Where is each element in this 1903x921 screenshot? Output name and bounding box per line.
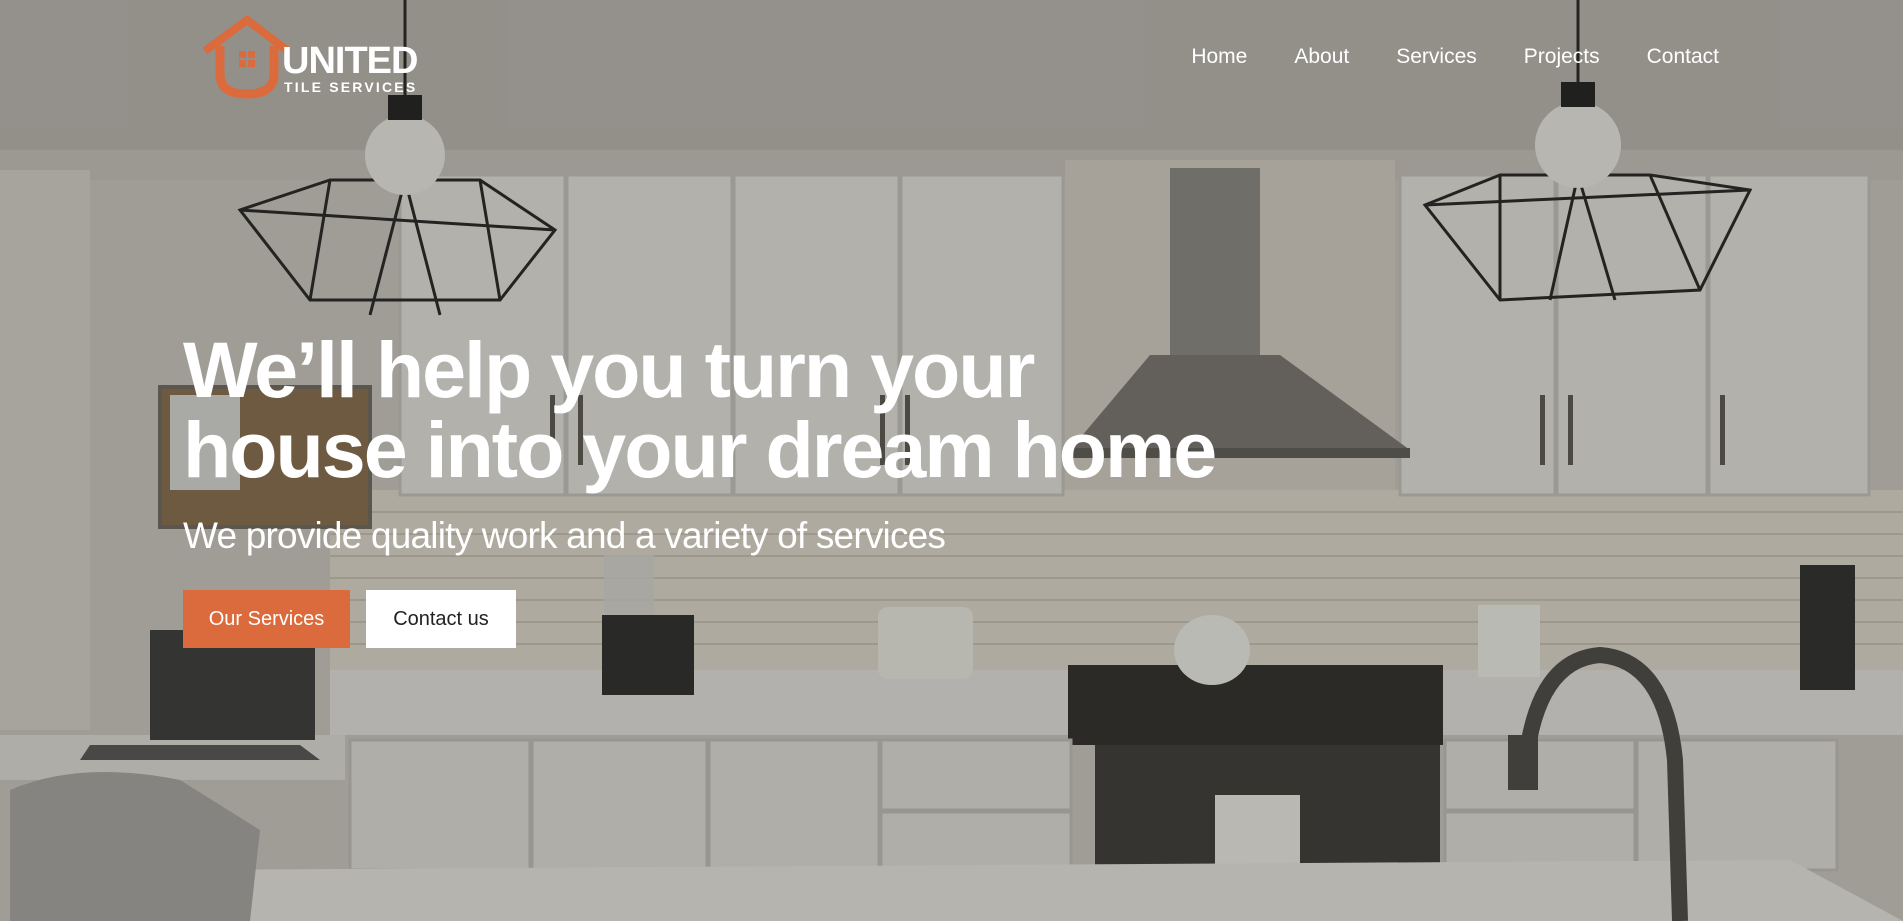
nav-link-services[interactable]: Services xyxy=(1396,44,1477,70)
contact-us-button[interactable]: Contact us xyxy=(366,590,516,648)
nav-link-home[interactable]: Home xyxy=(1191,44,1247,70)
main-navigation: Home About Services Projects Contact xyxy=(1191,44,1719,70)
our-services-button[interactable]: Our Services xyxy=(183,590,350,648)
nav-link-projects[interactable]: Projects xyxy=(1524,44,1600,70)
nav-link-about[interactable]: About xyxy=(1294,44,1349,70)
hero-actions: Our Services Contact us xyxy=(183,590,516,648)
brand-name: UNITED xyxy=(282,40,418,82)
hero-headline: We’ll help you turn your house into your… xyxy=(183,330,1233,490)
hero-section: UNITED TILE SERVICES Home About Services… xyxy=(0,0,1903,921)
nav-link-contact[interactable]: Contact xyxy=(1647,44,1719,70)
hero-subheadline: We provide quality work and a variety of… xyxy=(183,515,946,556)
brand-logo[interactable]: UNITED TILE SERVICES xyxy=(200,16,435,100)
hero-headline-line-1: We’ll help you turn your xyxy=(183,325,1035,414)
hero-headline-line-2: house into your dream home xyxy=(183,405,1217,494)
brand-tagline: TILE SERVICES xyxy=(284,79,418,95)
